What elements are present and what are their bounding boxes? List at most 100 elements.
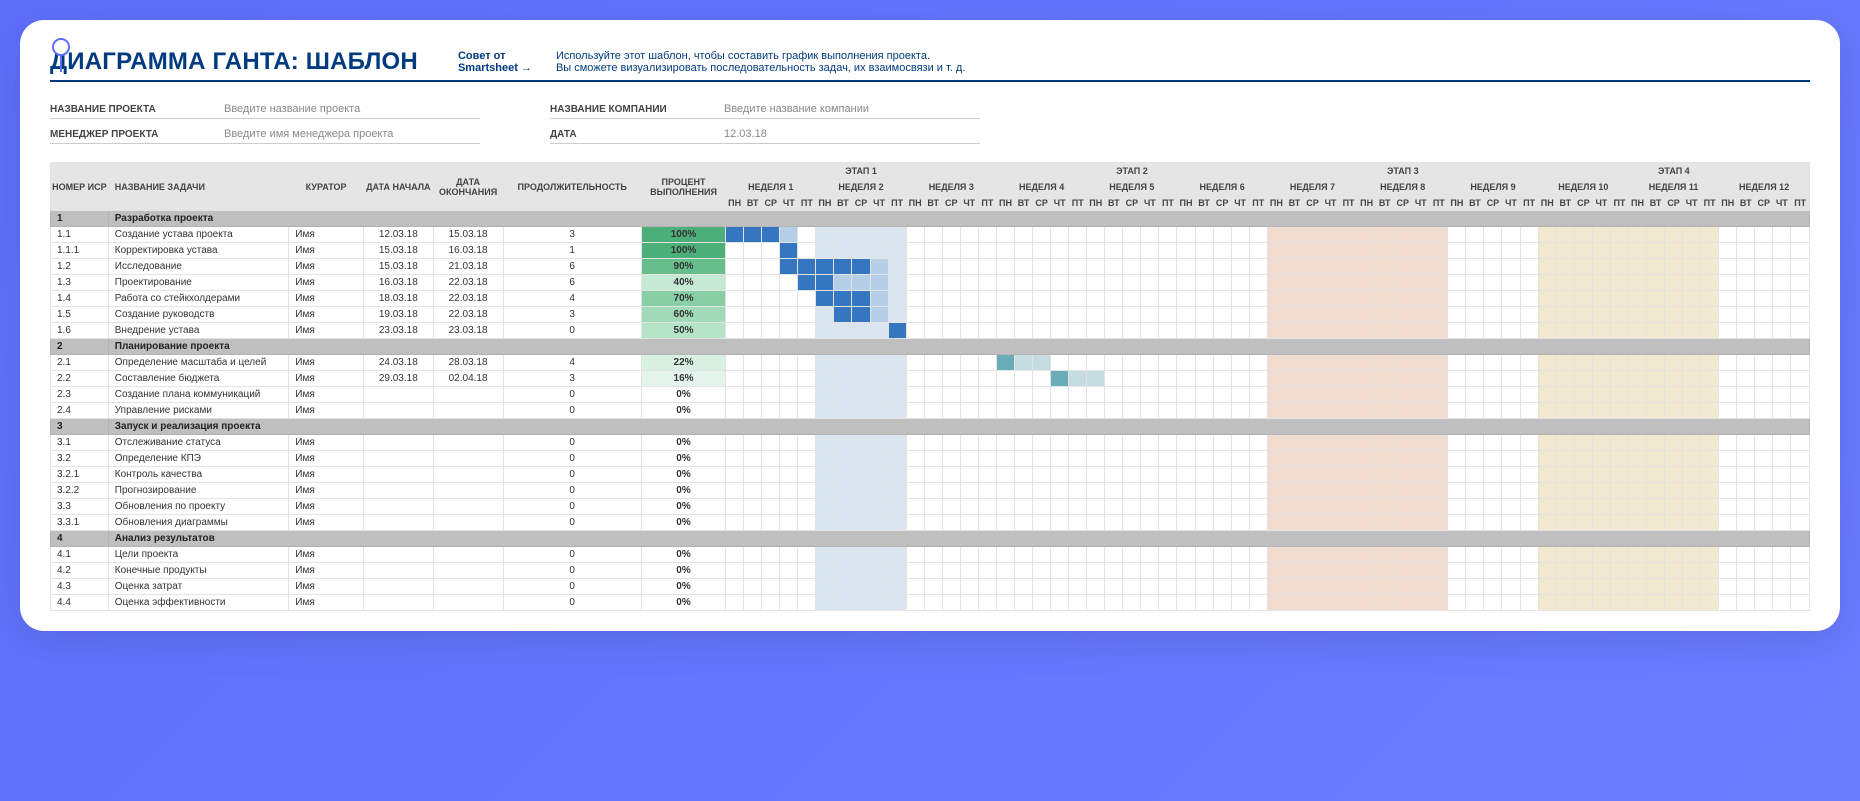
gantt-cell[interactable] — [1430, 547, 1448, 563]
gantt-cell[interactable] — [997, 515, 1015, 531]
gantt-cell[interactable] — [1015, 371, 1033, 387]
gantt-cell[interactable] — [1123, 291, 1141, 307]
gantt-cell[interactable] — [1195, 291, 1213, 307]
gantt-cell[interactable] — [762, 579, 780, 595]
gantt-cell[interactable] — [1159, 259, 1177, 275]
gantt-cell[interactable] — [888, 259, 906, 275]
gantt-cell[interactable] — [1592, 307, 1610, 323]
gantt-cell[interactable] — [1538, 563, 1556, 579]
gantt-cell[interactable] — [1394, 323, 1412, 339]
gantt-cell[interactable] — [1791, 547, 1810, 563]
cell-wbs[interactable]: 3.1 — [51, 435, 109, 451]
gantt-cell[interactable] — [1556, 435, 1574, 451]
gantt-cell[interactable] — [1376, 403, 1394, 419]
gantt-cell[interactable] — [1340, 547, 1358, 563]
cell-percent[interactable]: 90% — [641, 259, 725, 275]
gantt-cell[interactable] — [1737, 483, 1755, 499]
cell-duration[interactable]: 0 — [503, 515, 641, 531]
gantt-cell[interactable] — [997, 307, 1015, 323]
gantt-cell[interactable] — [1520, 243, 1538, 259]
gantt-cell[interactable] — [1773, 259, 1791, 275]
gantt-cell[interactable] — [1033, 243, 1051, 259]
gantt-cell[interactable] — [1285, 275, 1303, 291]
gantt-cell[interactable] — [960, 355, 978, 371]
gantt-cell[interactable] — [1141, 579, 1159, 595]
cell-duration[interactable]: 4 — [503, 291, 641, 307]
gantt-cell[interactable] — [1430, 387, 1448, 403]
gantt-cell[interactable] — [816, 387, 834, 403]
gantt-cell[interactable] — [1412, 275, 1430, 291]
gantt-cell[interactable] — [1430, 483, 1448, 499]
gantt-cell[interactable] — [1087, 467, 1105, 483]
gantt-cell[interactable] — [906, 579, 924, 595]
gantt-cell[interactable] — [888, 355, 906, 371]
gantt-cell[interactable] — [924, 451, 942, 467]
gantt-cell[interactable] — [870, 323, 888, 339]
gantt-cell[interactable] — [1087, 451, 1105, 467]
gantt-cell[interactable] — [906, 403, 924, 419]
gantt-cell[interactable] — [1231, 275, 1249, 291]
gantt-cell[interactable] — [1105, 307, 1123, 323]
gantt-cell[interactable] — [726, 547, 744, 563]
gantt-cell[interactable] — [1665, 355, 1683, 371]
gantt-cell[interactable] — [1267, 275, 1285, 291]
gantt-cell[interactable] — [1213, 595, 1231, 611]
gantt-cell[interactable] — [870, 243, 888, 259]
gantt-cell[interactable] — [870, 403, 888, 419]
gantt-cell[interactable] — [1177, 371, 1195, 387]
gantt-cell[interactable] — [762, 291, 780, 307]
gantt-cell[interactable] — [1213, 243, 1231, 259]
gantt-cell[interactable] — [852, 595, 870, 611]
gantt-cell[interactable] — [997, 275, 1015, 291]
gantt-cell[interactable] — [1719, 355, 1737, 371]
gantt-cell[interactable] — [870, 467, 888, 483]
gantt-cell[interactable] — [1303, 291, 1321, 307]
gantt-cell[interactable] — [870, 579, 888, 595]
cell-task[interactable]: Оценка затрат — [108, 579, 289, 595]
gantt-cell[interactable] — [1484, 483, 1502, 499]
gantt-cell[interactable] — [1340, 355, 1358, 371]
gantt-cell[interactable] — [1647, 435, 1665, 451]
gantt-cell[interactable] — [1231, 579, 1249, 595]
gantt-cell[interactable] — [1322, 259, 1340, 275]
gantt-cell[interactable] — [1069, 243, 1087, 259]
gantt-cell[interactable] — [1195, 435, 1213, 451]
cell-start[interactable]: 16.03.18 — [363, 275, 433, 291]
gantt-cell[interactable] — [1249, 227, 1267, 243]
gantt-cell[interactable] — [1195, 467, 1213, 483]
cell-start[interactable] — [363, 563, 433, 579]
gantt-cell[interactable] — [1683, 275, 1701, 291]
gantt-cell[interactable] — [1755, 243, 1773, 259]
cell-curator[interactable]: Имя — [289, 467, 364, 483]
gantt-cell[interactable] — [852, 355, 870, 371]
gantt-cell[interactable] — [1737, 307, 1755, 323]
date-value[interactable]: 12.03.18 — [724, 128, 767, 140]
gantt-cell[interactable] — [1322, 291, 1340, 307]
gantt-cell[interactable] — [1358, 243, 1376, 259]
gantt-cell[interactable] — [1665, 451, 1683, 467]
gantt-cell[interactable] — [1647, 323, 1665, 339]
cell-task[interactable]: Внедрение устава — [108, 323, 289, 339]
gantt-cell[interactable] — [1737, 403, 1755, 419]
gantt-cell[interactable] — [1069, 259, 1087, 275]
gantt-cell[interactable] — [1123, 387, 1141, 403]
cell-curator[interactable]: Имя — [289, 499, 364, 515]
gantt-cell[interactable] — [726, 323, 744, 339]
gantt-cell[interactable] — [1538, 243, 1556, 259]
gantt-cell[interactable] — [1592, 547, 1610, 563]
gantt-cell[interactable] — [1466, 243, 1484, 259]
gantt-cell[interactable] — [1322, 435, 1340, 451]
gantt-cell[interactable] — [942, 515, 960, 531]
gantt-cell[interactable] — [1412, 403, 1430, 419]
gantt-cell[interactable] — [1737, 579, 1755, 595]
gantt-cell[interactable] — [1087, 243, 1105, 259]
gantt-cell[interactable] — [1322, 563, 1340, 579]
cell-percent[interactable]: 0% — [641, 515, 725, 531]
gantt-cell[interactable] — [780, 291, 798, 307]
gantt-cell[interactable] — [1267, 563, 1285, 579]
gantt-cell[interactable] — [834, 403, 852, 419]
gantt-cell[interactable] — [1069, 227, 1087, 243]
gantt-cell[interactable] — [1466, 355, 1484, 371]
gantt-cell[interactable] — [1394, 515, 1412, 531]
gantt-cell[interactable] — [1773, 227, 1791, 243]
